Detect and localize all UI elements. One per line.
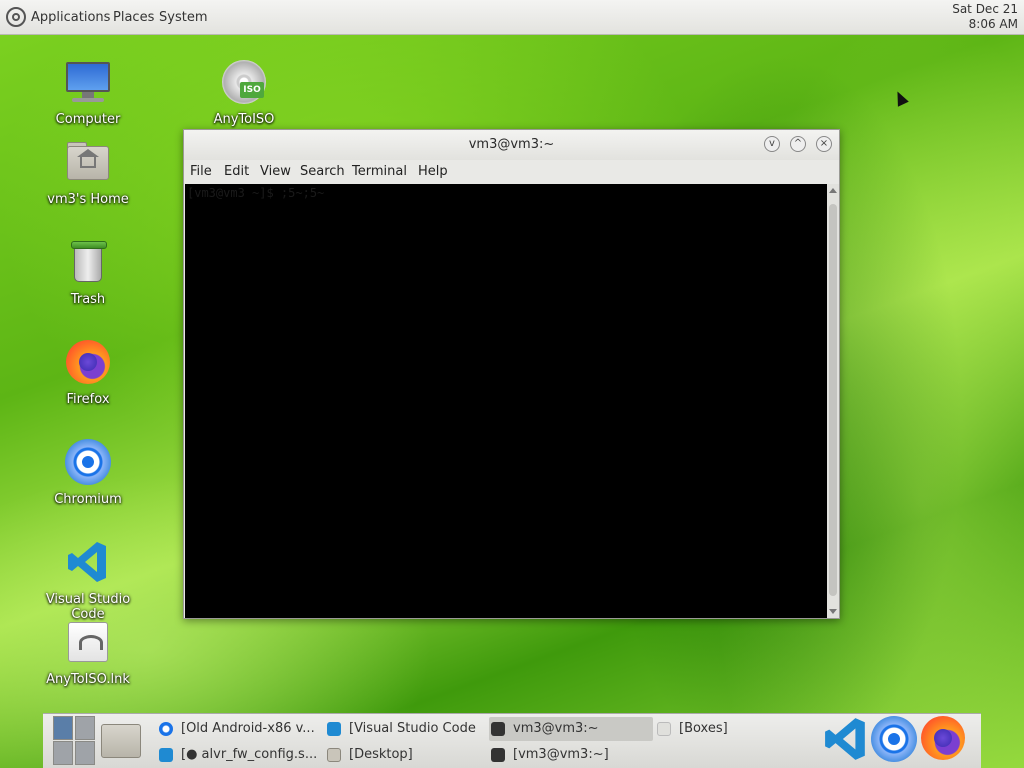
desktop-icon-label: Trash (70, 292, 106, 307)
vscode-icon (327, 721, 341, 736)
clock[interactable]: Sat Dec 21 8:06 AM (952, 2, 1018, 32)
task-label: vm3@vm3:~ (513, 721, 599, 736)
desktop-icon-label: vm3's Home (47, 192, 129, 207)
computer-icon (64, 58, 112, 106)
task-label: [Visual Studio Code] (349, 721, 477, 736)
task-desktop[interactable]: [Desktop] (327, 743, 477, 767)
menu-view[interactable]: View (260, 160, 291, 184)
launcher-vscode[interactable] (823, 716, 869, 762)
maximize-button[interactable]: ^ (790, 136, 806, 152)
workspace-1[interactable] (53, 716, 73, 740)
desktop-icon-label: Chromium (54, 492, 122, 507)
folder-icon (327, 747, 341, 762)
terminal-scrollbar[interactable] (827, 184, 839, 618)
desktop-icon-anytoiso-lnk[interactable]: AnyToISO.lnk (28, 618, 148, 687)
disc-iso-icon: ISO (220, 58, 268, 106)
task-label: [Desktop] (349, 747, 413, 762)
desktop-icon-trash[interactable]: Trash (28, 238, 148, 307)
launcher-firefox[interactable] (921, 716, 967, 762)
bottom-taskbar: [Old Android-x86 v... [Visual Studio Cod… (43, 713, 981, 768)
desktop-icon-firefox[interactable]: Firefox (28, 338, 148, 407)
task-terminal-2[interactable]: [vm3@vm3:~] (489, 743, 653, 767)
chromium-icon (64, 438, 112, 486)
task-label: [Old Android-x86 v... (181, 721, 315, 736)
menu-edit[interactable]: Edit (224, 160, 249, 184)
menu-help[interactable]: Help (418, 160, 448, 184)
task-label: [vm3@vm3:~] (513, 747, 609, 762)
top-panel: Applications Places System Sat Dec 21 8:… (0, 0, 1024, 35)
desktop-icon-vscode[interactable]: Visual Studio Code (28, 538, 148, 622)
scroll-up-icon[interactable] (829, 188, 837, 193)
terminal-icon (491, 747, 505, 762)
clock-time: 8:06 AM (968, 17, 1018, 31)
desktop-icon-computer[interactable]: Computer (28, 58, 148, 127)
distro-logo-icon[interactable] (6, 7, 26, 27)
menu-file[interactable]: File (190, 160, 212, 184)
home-folder-icon (64, 138, 112, 186)
desktop-icon-label: AnyToISO.lnk (46, 672, 130, 687)
task-boxes[interactable]: [Boxes] (657, 717, 767, 741)
firefox-icon (921, 716, 965, 760)
vscode-icon (825, 718, 865, 760)
shortcut-icon (64, 618, 112, 666)
task-label: [Boxes] (679, 721, 728, 736)
chromium-icon (159, 721, 173, 736)
desktop-icon-label: Computer (55, 112, 121, 127)
vscode-icon (159, 747, 173, 762)
menu-search[interactable]: Search (300, 160, 345, 184)
desktop-icon-label: Firefox (66, 392, 110, 407)
firefox-icon (64, 338, 112, 386)
desktop-icon-chromium[interactable]: Chromium (28, 438, 148, 507)
task-terminal-active[interactable]: vm3@vm3:~ (489, 717, 653, 741)
desktop-icon-anytoiso[interactable]: ISO AnyToISO (184, 58, 304, 127)
trash-icon (64, 238, 112, 286)
iso-badge: ISO (240, 82, 264, 98)
scrollbar-thumb[interactable] (829, 204, 837, 596)
terminal-output[interactable]: [vm3@vm3 ~]$ ;5~;5~ (185, 184, 827, 618)
mouse-cursor-icon (892, 88, 909, 107)
window-menubar: File Edit View Search Terminal Help (184, 160, 839, 184)
chromium-icon (871, 716, 917, 762)
window-title: vm3@vm3:~ (468, 137, 555, 152)
desktop-icon-label: AnyToISO (213, 112, 275, 127)
minimize-button[interactable]: v (764, 136, 780, 152)
workspace-3[interactable] (53, 741, 73, 765)
terminal-window[interactable]: vm3@vm3:~ v ^ × File Edit View Search Te… (183, 129, 840, 619)
desktop-icon-home[interactable]: vm3's Home (28, 138, 148, 207)
close-button[interactable]: × (816, 136, 832, 152)
show-desktop-icon[interactable] (99, 718, 145, 764)
terminal-icon (491, 721, 505, 736)
terminal-prompt: [vm3@vm3 ~]$ ;5~;5~ (187, 186, 325, 200)
task-label: [● alvr_fw_config.s... (181, 747, 317, 762)
task-alvr-config[interactable]: [● alvr_fw_config.s... (159, 743, 317, 767)
menu-terminal[interactable]: Terminal (352, 160, 407, 184)
boxes-icon (657, 721, 671, 736)
clock-date: Sat Dec 21 (952, 2, 1018, 16)
places-menu[interactable]: Places (113, 0, 154, 35)
task-visual-studio-code[interactable]: [Visual Studio Code] (327, 717, 477, 741)
window-titlebar[interactable]: vm3@vm3:~ (184, 130, 839, 160)
workspace-4[interactable] (75, 741, 95, 765)
workspace-2[interactable] (75, 716, 95, 740)
system-menu[interactable]: System (159, 0, 207, 35)
vscode-icon (64, 538, 112, 586)
applications-menu[interactable]: Applications (31, 0, 110, 35)
scroll-down-icon[interactable] (829, 609, 837, 614)
task-old-android[interactable]: [Old Android-x86 v... (159, 717, 317, 741)
launcher-chromium[interactable] (871, 716, 917, 762)
